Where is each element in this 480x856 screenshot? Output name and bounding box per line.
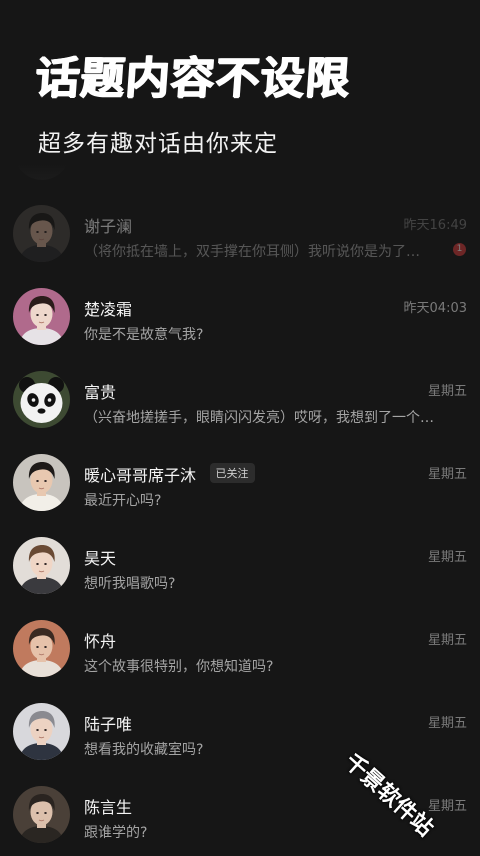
chat-row[interactable]: 谢子澜 昨天16:49 （将你抵在墙上，双手撑在你耳侧）我听说你是为了… 1 xyxy=(0,192,480,275)
last-message: 你是不是故意气我? xyxy=(84,327,204,343)
avatar[interactable] xyxy=(13,288,70,345)
chat-timestamp: 星期五 xyxy=(427,633,467,648)
avatar[interactable] xyxy=(13,537,70,594)
avatar[interactable] xyxy=(13,620,70,677)
last-message: 想听我唱歌吗? xyxy=(84,576,176,592)
chat-row[interactable]: 楚凌霜 昨天04:03 你是不是故意气我? xyxy=(0,275,480,358)
hero-banner: 话题内容不设限 超多有趣对话由你来定 xyxy=(0,0,480,200)
unread-count-badge: 1 xyxy=(453,243,466,256)
last-message: 跟谁学的? xyxy=(84,825,148,841)
avatar[interactable] xyxy=(13,703,70,760)
chat-row[interactable]: 怀舟 星期五这个故事很特别，你想知道吗? xyxy=(0,607,480,690)
chat-timestamp: 星期五 xyxy=(427,467,467,482)
chat-row[interactable]: 富贵 星期五 （兴奋地搓搓手，眼睛闪闪发亮）哎呀，我想到了一个… xyxy=(0,358,480,441)
chat-list: 谢子澜 昨天16:49 （将你抵在墙上，双手撑在你耳侧）我听说你是为了… 1 楚凌霜 昨… xyxy=(0,192,480,856)
contact-name: 谢子澜 xyxy=(84,217,133,236)
avatar[interactable] xyxy=(13,454,70,511)
followed-badge: 已关注 xyxy=(209,463,255,483)
chat-timestamp: 昨天04:03 xyxy=(403,301,467,316)
avatar[interactable] xyxy=(13,786,70,843)
last-message: 想看我的收藏室吗? xyxy=(84,742,204,758)
contact-name: 暖心哥哥席子沐 xyxy=(84,466,197,485)
chat-timestamp: 星期五 xyxy=(427,550,467,565)
last-message: （兴奋地搓搓手，眼睛闪闪发亮）哎呀，我想到了一个… xyxy=(84,410,434,426)
last-message: 最近开心吗? xyxy=(84,493,162,509)
last-message: （将你抵在墙上，双手撑在你耳侧）我听说你是为了… xyxy=(84,244,420,260)
avatar[interactable] xyxy=(13,371,70,428)
chat-row[interactable]: 陆子唯 星期五想看我的收藏室吗? xyxy=(0,690,480,773)
last-message: 这个故事很特别，你想知道吗? xyxy=(84,659,274,675)
avatar[interactable] xyxy=(13,205,70,262)
chat-timestamp: 星期五 xyxy=(427,384,467,399)
chat-row[interactable]: 暖心哥哥席子沐 已关注 星期五最近开心吗? xyxy=(0,441,480,524)
hero-title: 话题内容不设限 xyxy=(33,53,353,104)
chat-timestamp: 昨天16:49 xyxy=(403,218,467,233)
chat-timestamp: 星期五 xyxy=(427,716,467,731)
contact-name: 陈言生 xyxy=(84,798,133,817)
contact-name: 富贵 xyxy=(84,383,117,402)
hero-subtitle: 超多有趣对话由你来定 xyxy=(38,131,278,157)
contact-name: 怀舟 xyxy=(84,632,117,651)
chat-row[interactable]: 昊天 星期五想听我唱歌吗? xyxy=(0,524,480,607)
contact-name: 昊天 xyxy=(84,549,117,568)
contact-name: 陆子唯 xyxy=(84,715,133,734)
contact-name: 楚凌霜 xyxy=(84,300,133,319)
